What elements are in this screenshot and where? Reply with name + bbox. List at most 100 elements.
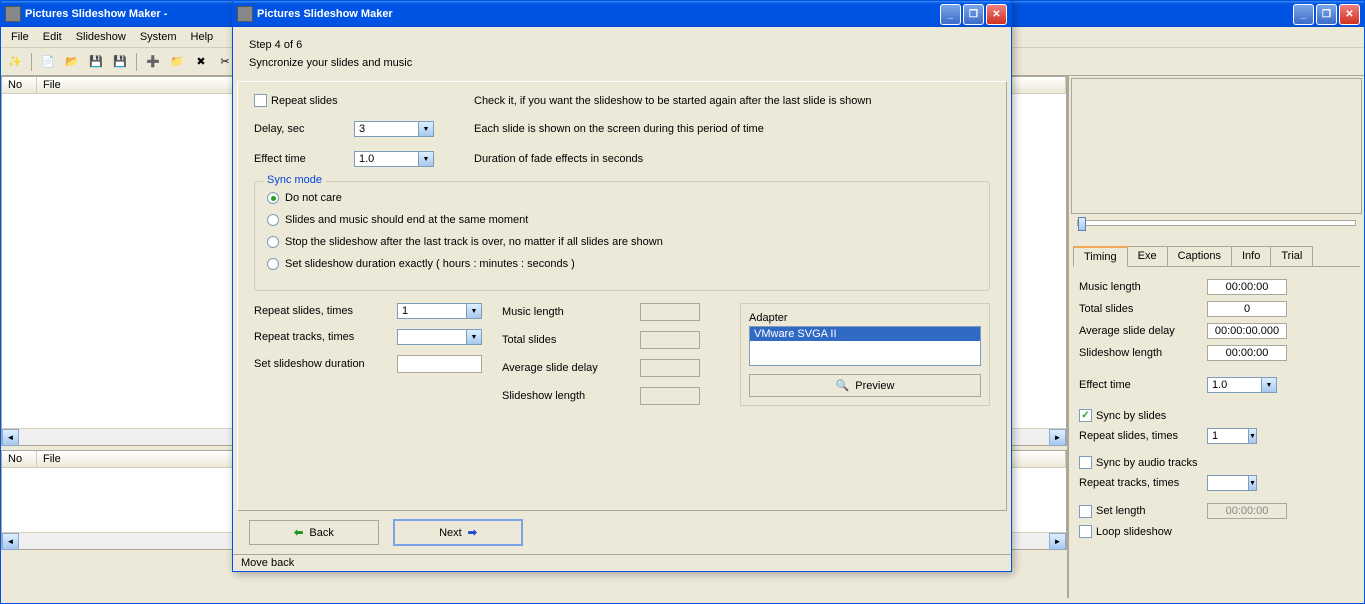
tab-captions[interactable]: Captions <box>1167 246 1232 266</box>
repeat-tracks-times-input[interactable] <box>398 330 466 344</box>
music-length-value-w <box>640 303 700 321</box>
sync-audio-checkbox[interactable]: Sync by audio tracks <box>1079 456 1198 469</box>
effect-time-input[interactable] <box>1208 378 1261 392</box>
chevron-down-icon[interactable]: ▼ <box>418 152 433 166</box>
position-slider[interactable] <box>1077 220 1356 226</box>
col-no-2[interactable]: No <box>2 451 37 467</box>
delay-combo[interactable]: ▼ <box>354 121 434 137</box>
right-panel: Timing Exe Captions Info Trial Music len… <box>1067 76 1364 598</box>
wizard-step: Step 4 of 6 <box>249 39 995 51</box>
new-icon[interactable]: 📄 <box>38 52 58 72</box>
repeat-tracks-times-label: Repeat tracks, times <box>254 331 389 343</box>
checkbox-icon <box>1079 456 1092 469</box>
adapter-group: Adapter VMware SVGA II 🔍 Preview <box>740 303 990 406</box>
repeat-tracks-combo[interactable]: ▼ <box>1207 475 1257 491</box>
checkbox-icon: ✓ <box>1079 409 1092 422</box>
close-button[interactable]: ✕ <box>1339 4 1360 25</box>
sync-mode-legend: Sync mode <box>263 174 326 186</box>
effect-time-combo[interactable]: ▼ <box>1207 377 1277 393</box>
next-button-label: Next <box>439 527 462 539</box>
music-length-label-w: Music length <box>502 306 632 318</box>
menu-file[interactable]: File <box>5 29 35 45</box>
scroll-right-icon[interactable]: ► <box>1049 429 1066 446</box>
radio-icon <box>267 258 279 270</box>
repeat-slides-cb-label: Repeat slides <box>271 95 338 107</box>
loop-checkbox[interactable]: Loop slideshow <box>1079 525 1172 538</box>
delay-input[interactable] <box>355 122 418 136</box>
total-slides-label: Total slides <box>1079 303 1199 315</box>
avg-delay-label-w: Average slide delay <box>502 362 632 374</box>
set-length-value: 00:00:00 <box>1207 503 1287 519</box>
effect-input[interactable] <box>355 152 418 166</box>
repeat-slides-input-r[interactable] <box>1208 429 1248 443</box>
addfolder-icon[interactable]: 📁 <box>167 52 187 72</box>
adapter-label: Adapter <box>749 312 981 324</box>
loop-label: Loop slideshow <box>1096 526 1172 538</box>
menu-edit[interactable]: Edit <box>37 29 68 45</box>
saveas-icon[interactable]: 💾 <box>110 52 130 72</box>
maximize-button[interactable]: ❐ <box>1316 4 1337 25</box>
wizard-subtitle: Syncronize your slides and music <box>249 57 995 69</box>
arrow-right-icon: ➡ <box>468 526 477 539</box>
repeat-tracks-times-combo[interactable]: ▼ <box>397 329 482 345</box>
repeat-slides-times-input[interactable] <box>398 304 466 318</box>
set-length-label: Set length <box>1096 505 1146 517</box>
set-length-checkbox[interactable]: Set length <box>1079 505 1199 518</box>
adapter-list[interactable]: VMware SVGA II <box>749 326 981 366</box>
save-icon[interactable]: 💾 <box>86 52 106 72</box>
chevron-down-icon[interactable]: ▼ <box>466 330 481 344</box>
next-button[interactable]: Next ➡ <box>393 519 523 546</box>
slider-thumb[interactable] <box>1078 217 1086 231</box>
dialog-minimize-button[interactable]: _ <box>940 4 961 25</box>
slideshow-length-label: Slideshow length <box>1079 347 1199 359</box>
dialog-titlebar[interactable]: Pictures Slideshow Maker _ ❐ ✕ <box>233 1 1011 27</box>
repeat-slides-combo[interactable]: ▼ <box>1207 428 1257 444</box>
scroll-right-icon-2[interactable]: ► <box>1049 533 1066 550</box>
sync-slides-checkbox[interactable]: ✓ Sync by slides <box>1079 409 1166 422</box>
sync-mode-group: Sync mode Do not care Slides and music s… <box>254 181 990 291</box>
chevron-down-icon[interactable]: ▼ <box>466 304 481 318</box>
wizard-icon[interactable]: ✨ <box>5 52 25 72</box>
back-button-label: Back <box>309 527 333 539</box>
avg-delay-value-w <box>640 359 700 377</box>
menu-system[interactable]: System <box>134 29 183 45</box>
sync-radio-1[interactable]: Slides and music should end at the same … <box>267 214 977 226</box>
chevron-down-icon[interactable]: ▼ <box>1248 429 1256 443</box>
adapter-item[interactable]: VMware SVGA II <box>750 327 980 341</box>
tab-info[interactable]: Info <box>1231 246 1271 266</box>
tabs: Timing Exe Captions Info Trial <box>1073 246 1360 267</box>
col-no[interactable]: No <box>2 77 37 93</box>
dialog-maximize-button[interactable]: ❐ <box>963 4 984 25</box>
tab-exe[interactable]: Exe <box>1127 246 1168 266</box>
sync-radio-1-label: Slides and music should end at the same … <box>285 214 528 226</box>
minimize-button[interactable]: _ <box>1293 4 1314 25</box>
menu-slideshow[interactable]: Slideshow <box>70 29 132 45</box>
checkbox-icon <box>1079 525 1092 538</box>
add-icon[interactable]: ➕ <box>143 52 163 72</box>
chevron-down-icon[interactable]: ▼ <box>418 122 433 136</box>
repeat-tracks-input-r[interactable] <box>1208 476 1248 490</box>
repeat-slides-checkbox[interactable]: Repeat slides <box>254 94 434 107</box>
effect-combo[interactable]: ▼ <box>354 151 434 167</box>
repeat-slides-label-r: Repeat slides, times <box>1079 430 1199 442</box>
preview-button[interactable]: 🔍 Preview <box>749 374 981 397</box>
dialog-title: Pictures Slideshow Maker <box>257 8 940 20</box>
sync-radio-3[interactable]: Set slideshow duration exactly ( hours :… <box>267 258 977 270</box>
back-button[interactable]: ⬅ Back <box>249 520 379 545</box>
tab-timing[interactable]: Timing <box>1073 246 1128 267</box>
sync-radio-2[interactable]: Stop the slideshow after the last track … <box>267 236 977 248</box>
open-icon[interactable]: 📂 <box>62 52 82 72</box>
chevron-down-icon[interactable]: ▼ <box>1261 378 1276 392</box>
scroll-left-icon[interactable]: ◄ <box>2 429 19 446</box>
repeat-slides-times-combo[interactable]: ▼ <box>397 303 482 319</box>
dialog-close-button[interactable]: ✕ <box>986 4 1007 25</box>
remove-icon[interactable]: ✖ <box>191 52 211 72</box>
tab-trial[interactable]: Trial <box>1270 246 1313 266</box>
sync-radio-0[interactable]: Do not care <box>267 192 977 204</box>
scroll-left-icon-2[interactable]: ◄ <box>2 533 19 550</box>
set-duration-input[interactable] <box>397 355 482 373</box>
chevron-down-icon[interactable]: ▼ <box>1248 476 1256 490</box>
menu-help[interactable]: Help <box>185 29 220 45</box>
set-duration-label: Set slideshow duration <box>254 358 389 370</box>
total-slides-value: 0 <box>1207 301 1287 317</box>
